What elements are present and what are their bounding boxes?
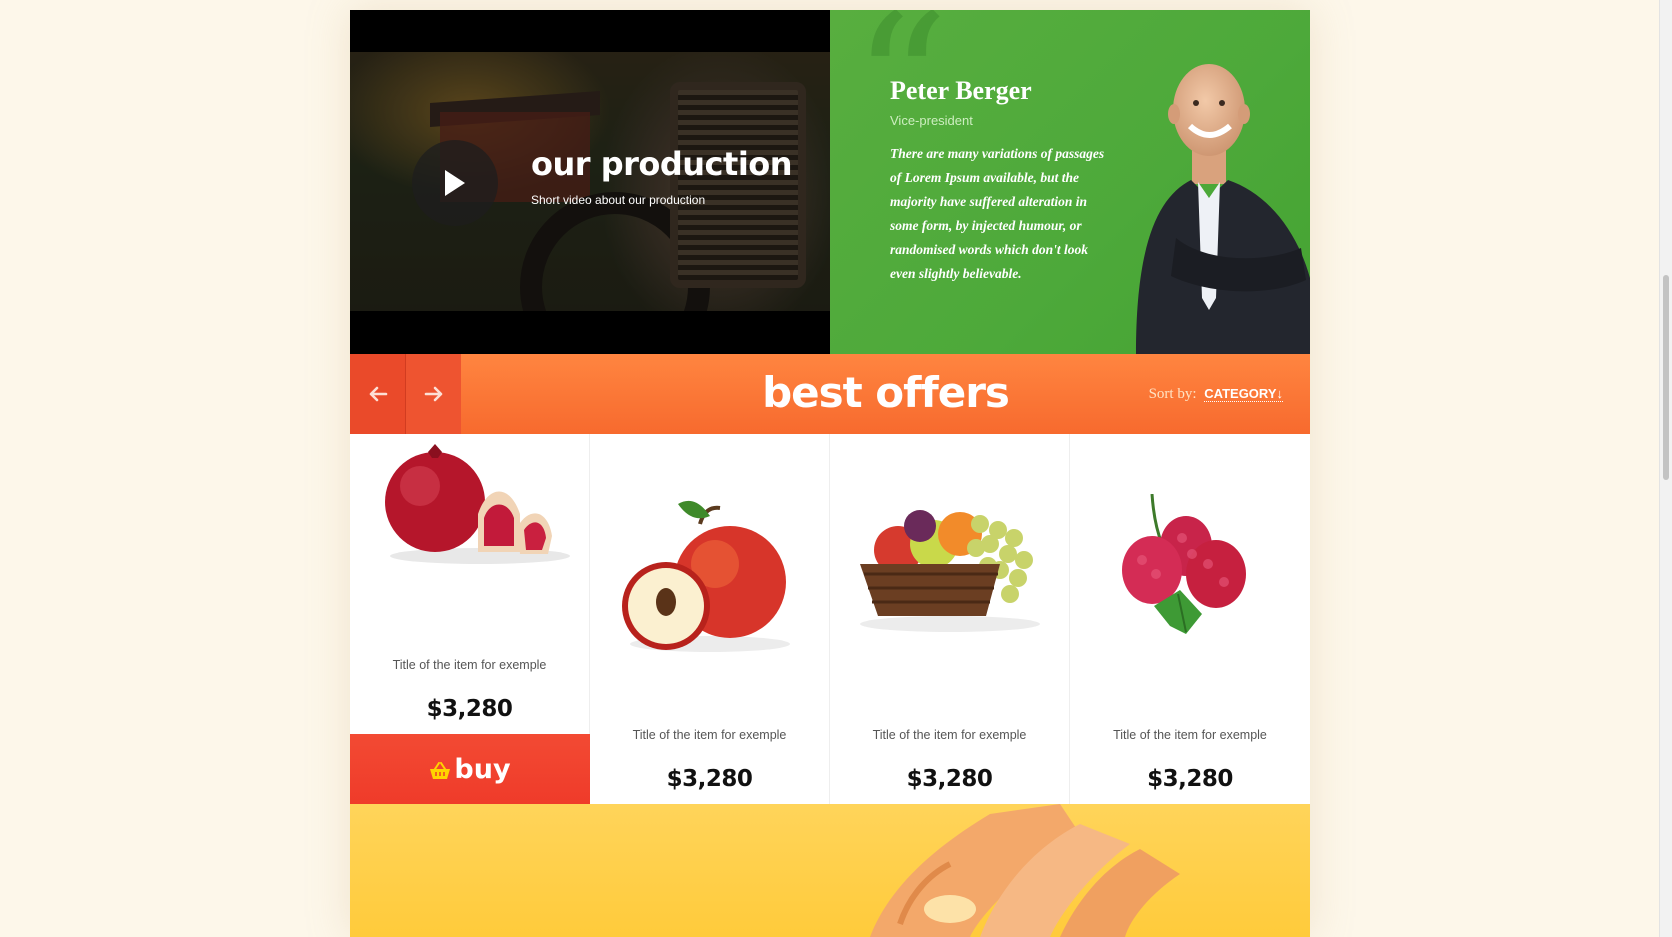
product-title[interactable]: Title of the item for exemple: [350, 658, 589, 672]
product-card[interactable]: Title of the item for exemple $3,280: [830, 434, 1070, 804]
product-title[interactable]: Title of the item for exemple: [590, 728, 829, 742]
product-price: $3,280: [1147, 766, 1233, 792]
testimonial-name: Peter Berger: [890, 76, 1032, 105]
product-image-pomegranate: [385, 444, 570, 564]
video-section[interactable]: our production Short video about our pro…: [350, 10, 830, 354]
testimonial-section: “ Peter Berger Vice-president There are …: [830, 10, 1310, 354]
sort-label: Sort by:: [1148, 386, 1197, 402]
product-card[interactable]: Title of the item for exemple $3,280: [350, 434, 590, 734]
product-card[interactable]: Title of the item for exemple $3,280: [1070, 434, 1310, 804]
arrow-left-icon: [369, 386, 387, 402]
product-price: $3,280: [906, 766, 993, 792]
play-icon: [445, 170, 465, 196]
scrollbar-thumb[interactable]: [1663, 275, 1669, 480]
video-subtitle: Short video about our production: [531, 193, 706, 207]
buy-button[interactable]: buy: [350, 734, 590, 804]
testimonial-role: Vice-president: [890, 113, 973, 128]
product-image-fruit-basket: [860, 510, 1040, 632]
scrollbar[interactable]: [1659, 0, 1672, 937]
video-title: our production: [531, 145, 793, 183]
product-title[interactable]: Title of the item for exemple: [1070, 728, 1310, 742]
product-image-apples: [622, 500, 790, 652]
buy-label: buy: [454, 753, 511, 785]
basket-icon: [430, 762, 451, 779]
sort-control: Sort by: CATEGORY↓: [1149, 386, 1283, 403]
promo-banner: [350, 804, 1310, 937]
product-price: $3,280: [426, 696, 513, 722]
best-offers-header: best offers Sort by: CATEGORY↓: [350, 354, 1310, 434]
page-content: our production Short video about our pro…: [350, 10, 1310, 937]
product-grid: Title of the item for exemple $3,280 buy: [350, 434, 1310, 804]
banner-image: [870, 804, 1180, 937]
product-image-raspberries: [1122, 494, 1246, 634]
prev-button[interactable]: [350, 354, 406, 434]
arrow-right-icon: [424, 386, 442, 402]
product-card[interactable]: Title of the item for exemple $3,280: [590, 434, 830, 804]
next-button[interactable]: [406, 354, 461, 434]
product-price: $3,280: [666, 766, 753, 792]
play-button[interactable]: [412, 140, 498, 226]
sort-dropdown[interactable]: CATEGORY↓: [1204, 386, 1283, 402]
testimonial-text: There are many variations of passages of…: [890, 146, 1105, 281]
person-photo: [1136, 64, 1310, 354]
product-title[interactable]: Title of the item for exemple: [830, 728, 1069, 742]
